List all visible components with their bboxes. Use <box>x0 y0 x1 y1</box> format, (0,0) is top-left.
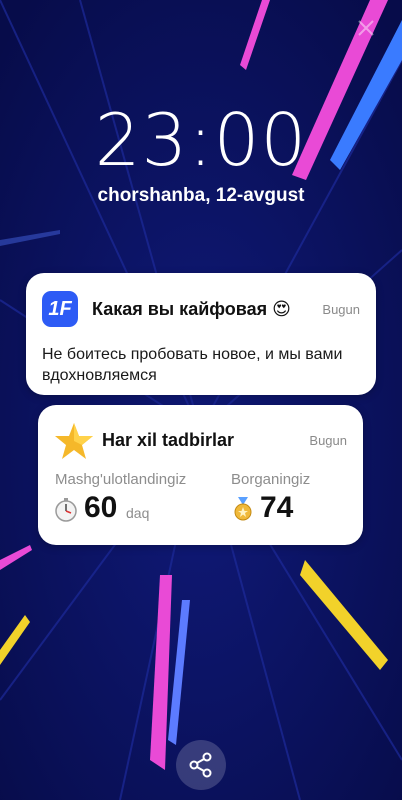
notification-body: Не боитесь пробовать новое, и мы вами вд… <box>42 346 343 384</box>
notification-card[interactable]: 1F Какая вы кайфовая 😍 Bugun Не боитесь … <box>26 273 376 395</box>
app-icon: 1F <box>42 291 78 327</box>
stat-value-training: 60 <box>84 491 118 524</box>
star-icon <box>55 423 93 459</box>
notification-time: Bugun <box>322 302 360 317</box>
stat-value-visits: 74 <box>260 491 294 524</box>
widget-time: Bugun <box>309 433 347 448</box>
activity-widget[interactable]: Har xil tadbirlar Bugun Mashg'ulotlandin… <box>38 405 363 545</box>
widget-title: Har xil tadbirlar <box>102 430 235 450</box>
medal-icon <box>234 497 252 521</box>
stat-unit-training: daq <box>126 505 150 521</box>
stat-label-training: Mashg'ulotlandingiz <box>55 471 187 488</box>
share-icon <box>189 752 212 778</box>
close-icon[interactable] <box>356 18 376 38</box>
notification-title: Какая вы кайфовая 😍 <box>92 299 291 319</box>
share-button[interactable] <box>176 740 226 790</box>
stat-label-visits: Borganingiz <box>231 471 311 488</box>
lockscreen-date: chorshanba, 12-avgust <box>97 185 305 206</box>
stopwatch-icon <box>55 498 77 522</box>
lockscreen-time: 23:00 <box>94 98 308 182</box>
